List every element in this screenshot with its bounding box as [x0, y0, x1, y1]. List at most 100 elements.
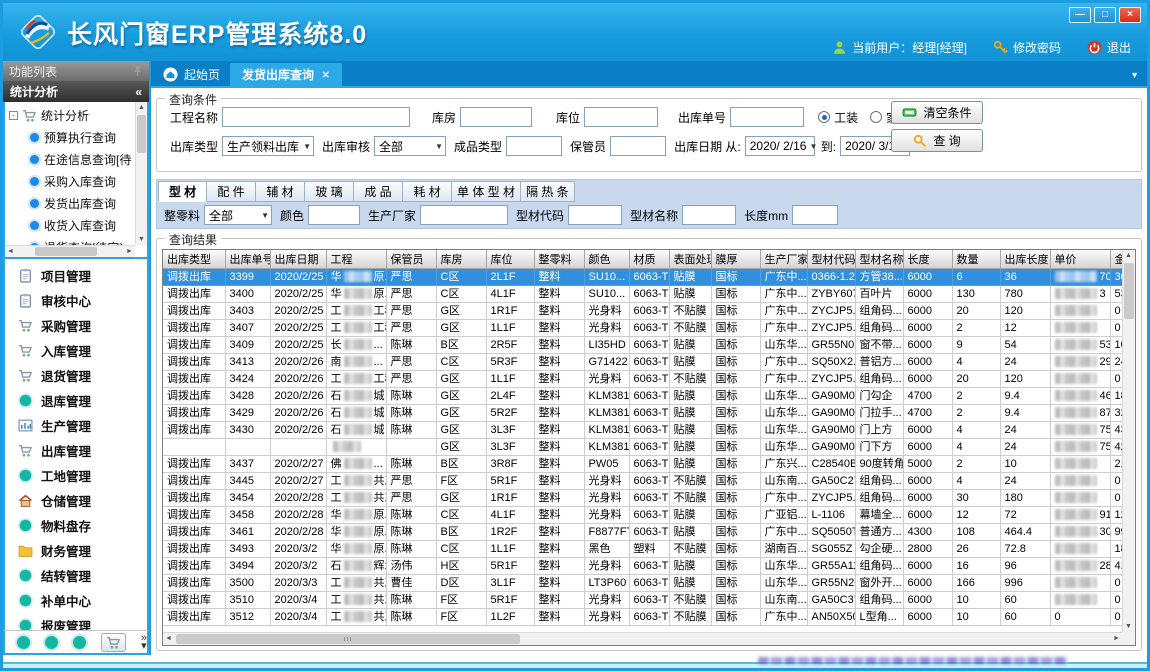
scroll-down-icon[interactable]: ▼ [136, 234, 147, 245]
scrollbar-thumb[interactable] [176, 634, 520, 644]
whole-part-select[interactable]: 全部▼ [204, 205, 272, 225]
outbound-order-no-input[interactable] [730, 107, 804, 127]
column-header[interactable]: 金额 [1110, 250, 1122, 269]
outbound-type-select[interactable]: 生产领料出库▼ [222, 136, 314, 156]
column-header[interactable]: 单价 [1050, 250, 1110, 269]
table-row[interactable]: G区3L3F整料KLM38176063-T5贴膜国标山东华...GA90M09.… [163, 439, 1122, 456]
tab-home[interactable]: 起始页 [153, 63, 230, 86]
table-row[interactable]: 调拨出库34942020/3/2石辉城汤伟H区5R1F整料光身料6063-T5贴… [163, 558, 1122, 575]
table-row[interactable]: 调拨出库34092020/2/25长...陈琳B区2R5F整料LI35HD606… [163, 337, 1122, 354]
scroll-left-icon[interactable]: ◄ [5, 246, 16, 257]
table-row[interactable]: 调拨出库33992020/2/25华原...严思C区2L1F整料SU10...6… [163, 269, 1122, 286]
tab-close-icon[interactable]: × [322, 67, 330, 82]
column-header[interactable]: 长度 [903, 250, 952, 269]
table-row[interactable]: 调拨出库34612020/2/28华原...陈琳B区1R2F整料F8877FT6… [163, 524, 1122, 541]
table-row[interactable]: 调拨出库34582020/2/28华原...陈琳C区4L1F整料光身料6063-… [163, 507, 1122, 524]
scrollbar-thumb[interactable] [1124, 263, 1134, 319]
column-header[interactable]: 整零料 [534, 250, 584, 269]
table-row[interactable]: 调拨出库34452020/2/27工共工程严思F区5R1F整料光身料6063-T… [163, 473, 1122, 490]
column-header[interactable]: 生产厂家 [760, 250, 807, 269]
scrollbar-thumb[interactable] [137, 115, 146, 153]
column-header[interactable]: 保管员 [386, 250, 436, 269]
column-header[interactable]: 库房 [436, 250, 486, 269]
pin-icon[interactable] [132, 65, 143, 77]
table-row[interactable]: 调拨出库34002020/2/25华原...严思C区4L1F整料SU10...6… [163, 286, 1122, 303]
sidebar-item-project-mgmt[interactable]: 项目管理 [5, 263, 147, 288]
table-row[interactable]: 调拨出库35102020/3/4工共工程陈琳F区5R1F整料光身料6063-T5… [163, 592, 1122, 609]
table-row[interactable]: 调拨出库34372020/2/27佛...陈琳B区3R8F整料PW056063-… [163, 456, 1122, 473]
tab-list-caret-icon[interactable]: ▼ [1130, 70, 1139, 80]
sidebar-item-inbound-mgmt[interactable]: 入库管理 [5, 338, 147, 363]
maximize-button[interactable]: □ [1094, 7, 1116, 23]
table-row[interactable]: 调拨出库34032020/2/25工工程严思G区1R1F整料光身料6063-T5… [163, 303, 1122, 320]
sidebar-item-material-inventory[interactable]: 物料盘存 [5, 513, 147, 538]
table-row[interactable]: 调拨出库34282020/2/26石城陈琳G区2L4F整料KLM38176063… [163, 388, 1122, 405]
length-input[interactable] [792, 205, 838, 225]
tree-item-return-warehouse-query[interactable]: 退库管理[待定] [9, 258, 133, 259]
color-input[interactable] [308, 205, 360, 225]
sidebar-item-purchase-mgmt[interactable]: 采购管理 [5, 313, 147, 338]
column-header[interactable]: 表面处理 [669, 250, 711, 269]
column-header[interactable]: 出库单号 [225, 250, 270, 269]
scroll-up-icon[interactable]: ▲ [136, 102, 147, 113]
product-type-input[interactable] [506, 136, 562, 156]
clear-conditions-button[interactable]: 清空条件 [891, 101, 983, 124]
column-header[interactable]: 数量 [952, 250, 1000, 269]
sidebar-item-scrap-mgmt[interactable]: 报废管理 [5, 613, 147, 630]
table-row[interactable]: 调拨出库34542020/2/28工共工程严思G区1R1F整料光身料6063-T… [163, 490, 1122, 507]
tree-root-statistics[interactable]: - 统计分析 [9, 105, 133, 126]
grid-vertical-scrollbar[interactable]: ▲ ▼ [1122, 250, 1135, 632]
grid-horizontal-scrollbar[interactable]: ◄ ► [163, 632, 1122, 645]
sidebar-item-carryover-mgmt[interactable]: 结转管理 [5, 563, 147, 588]
column-header[interactable]: 型材代码 [807, 250, 855, 269]
manufacturer-input[interactable] [420, 205, 508, 225]
table-row[interactable]: 调拨出库35002020/3/3工共工程曹佳D区3L1F整料LT3P606063… [163, 575, 1122, 592]
table-row[interactable]: 调拨出库34292020/2/26石城陈琳G区5R2F整料KLM38176063… [163, 405, 1122, 422]
sidebar-item-outbound-mgmt[interactable]: 出库管理 [5, 438, 147, 463]
dot-icon[interactable] [45, 636, 58, 649]
table-row[interactable]: 调拨出库35122020/3/4工共工程陈琳F区1L2F整料光身料6063-T5… [163, 609, 1122, 626]
dot-icon[interactable] [73, 636, 86, 649]
sidebar-item-finance-mgmt[interactable]: 财务管理 [5, 538, 147, 563]
tree-item-purchase-inbound-query[interactable]: 采购入库查询 [9, 170, 133, 192]
column-header[interactable]: 出库日期 [270, 250, 326, 269]
scroll-up-icon[interactable]: ▲ [1123, 250, 1134, 261]
material-tab-consumable[interactable]: 耗 材 [403, 181, 452, 202]
sidebar-item-site-mgmt[interactable]: 工地管理 [5, 463, 147, 488]
material-tab-thermal-break[interactable]: 隔 热 条 [521, 181, 575, 202]
column-header[interactable]: 膜厚 [711, 250, 760, 269]
profile-name-input[interactable] [682, 205, 736, 225]
sidebar-item-warehouse-mgmt[interactable]: 仓储管理 [5, 488, 147, 513]
tree-item-shipping-outbound-query[interactable]: 发货出库查询 [9, 192, 133, 214]
location-input[interactable] [584, 107, 658, 127]
material-tab-auxiliary[interactable]: 辅 材 [256, 181, 305, 202]
change-password-button[interactable]: 修改密码 [993, 39, 1061, 56]
sidebar-item-return-goods-mgmt[interactable]: 退货管理 [5, 363, 147, 388]
scroll-down-icon[interactable]: ▼ [1123, 621, 1134, 632]
material-tab-finished[interactable]: 成 品 [354, 181, 403, 202]
tree-vertical-scrollbar[interactable]: ▲▼ [135, 102, 147, 245]
project-name-input[interactable] [222, 107, 410, 127]
dot-icon[interactable] [17, 636, 30, 649]
scroll-right-icon[interactable]: ► [1111, 633, 1122, 644]
logout-button[interactable]: 退出 [1087, 39, 1131, 56]
scrollbar-thumb[interactable] [35, 247, 97, 256]
tree-item-budget-execution-query[interactable]: 预算执行查询 [9, 126, 133, 148]
outbound-audit-select[interactable]: 全部▼ [374, 136, 446, 156]
keeper-input[interactable] [610, 136, 666, 156]
table-row[interactable]: 调拨出库34242020/2/26工工程严思G区1L1F整料光身料6063-T5… [163, 371, 1122, 388]
profile-code-input[interactable] [568, 205, 622, 225]
table-row[interactable]: 调拨出库34132020/2/26南...严思C区5R3F整料G71422606… [163, 354, 1122, 371]
column-header[interactable]: 工程 [326, 250, 386, 269]
tree-item-in-transit-query[interactable]: 在途信息查询[待 [9, 148, 133, 170]
column-header[interactable]: 颜色 [584, 250, 629, 269]
sidebar-item-production-mgmt[interactable]: 生产管理 [5, 413, 147, 438]
more-buttons-chevron[interactable]: »▾ [141, 634, 147, 650]
statistics-section-header[interactable]: 统计分析 « [3, 81, 149, 102]
radio-gongzhuang[interactable]: 工装 [818, 109, 858, 126]
tree-horizontal-scrollbar[interactable]: ◄► [5, 245, 135, 257]
search-button[interactable]: 查 询 [891, 129, 983, 152]
tree-item-receiving-inbound-query[interactable]: 收货入库查询 [9, 214, 133, 236]
minimize-button[interactable]: — [1069, 7, 1091, 23]
scroll-right-icon[interactable]: ► [124, 246, 135, 257]
